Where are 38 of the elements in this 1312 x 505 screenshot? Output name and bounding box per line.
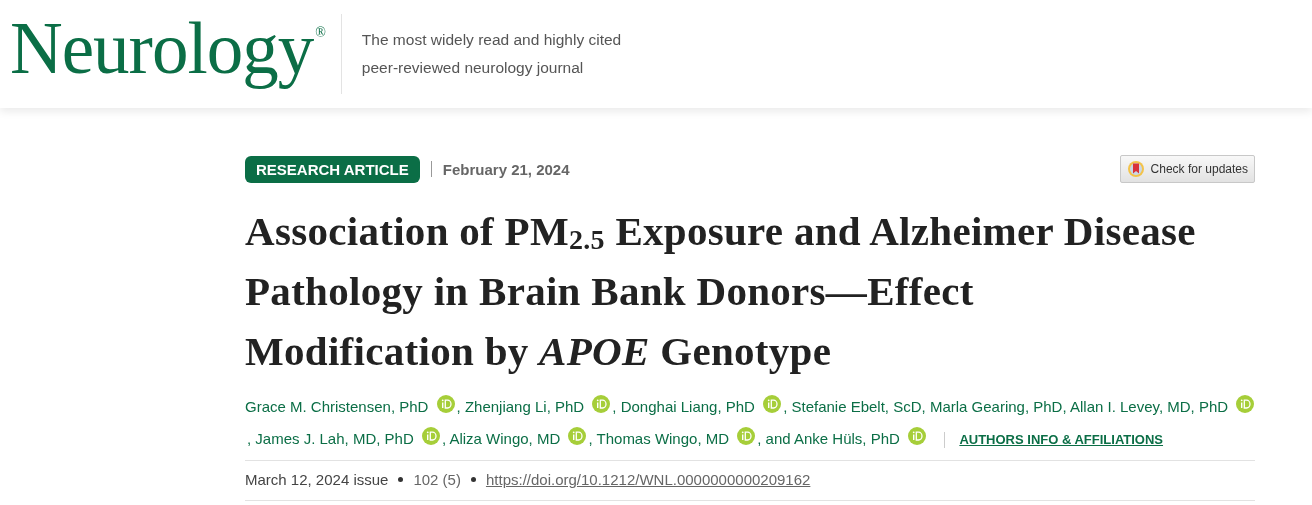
issue-link[interactable]: March 12, 2024 issue [245,471,389,488]
orcid-icon[interactable] [1236,395,1255,413]
article-type-badge: RESEARCH ARTICLE [245,155,420,183]
author-link[interactable]: Aliza Wingo, MD [449,430,561,447]
author-separator: , [783,398,788,415]
author-link[interactable]: Donghai Liang, PhD [620,398,755,415]
author-link[interactable]: Anke Hüls, PhD [793,430,900,447]
author-link[interactable]: James J. Lah, MD, PhD [255,430,414,447]
bookmark-icon [1126,160,1145,178]
bullet-icon [398,477,404,482]
tagline: The most widely read and highly cited [361,30,622,50]
doi-link[interactable]: https://doi.org/10.1212/WNL.0000000000209162 [485,471,811,488]
author-separator: , and [757,430,791,447]
authors-affiliations-link[interactable]: AUTHORS INFO & AFFILIATIONS [959,432,1164,447]
publish-date: February 21, 2024 [442,160,570,178]
orcid-icon[interactable] [737,427,756,445]
author-link[interactable]: Thomas Wingo, MD [596,430,730,447]
article-title: Association of PM$_{2.5}$ Exposure and Alzheimer Disease Pathology in Brain Bank Donors—Effect Modification by APOE Genotype [245,207,1197,376]
orcid-icon[interactable] [763,395,782,413]
author-link[interactable]: Stefanie Ebelt, ScD, [791,398,926,415]
author-separator: , [247,430,252,447]
author-separator: , [588,430,593,447]
orcid-icon[interactable] [908,427,927,445]
author-separator: , [456,398,461,415]
orcid-icon[interactable] [568,427,587,445]
author-link[interactable]: Grace M. Christensen, PhD [245,398,429,415]
orcid-icon[interactable] [592,395,611,413]
tagline: peer-reviewed neurology journal [361,58,585,78]
orcid-icon[interactable] [421,427,440,445]
bullet-icon [470,477,476,482]
author-separator: , [441,430,447,447]
author-link[interactable]: Zhenjiang Li, PhD [464,398,585,415]
author-link[interactable]: Allan I. Levey, MD, PhD [1069,398,1229,415]
check-updates-button[interactable]: Check for updates [1119,155,1255,183]
author-link[interactable]: Marla Gearing, PhD, [929,398,1067,415]
volume-number[interactable]: 102 (5) [413,471,461,488]
orcid-icon[interactable] [436,395,455,413]
author-separator: , [612,398,617,415]
